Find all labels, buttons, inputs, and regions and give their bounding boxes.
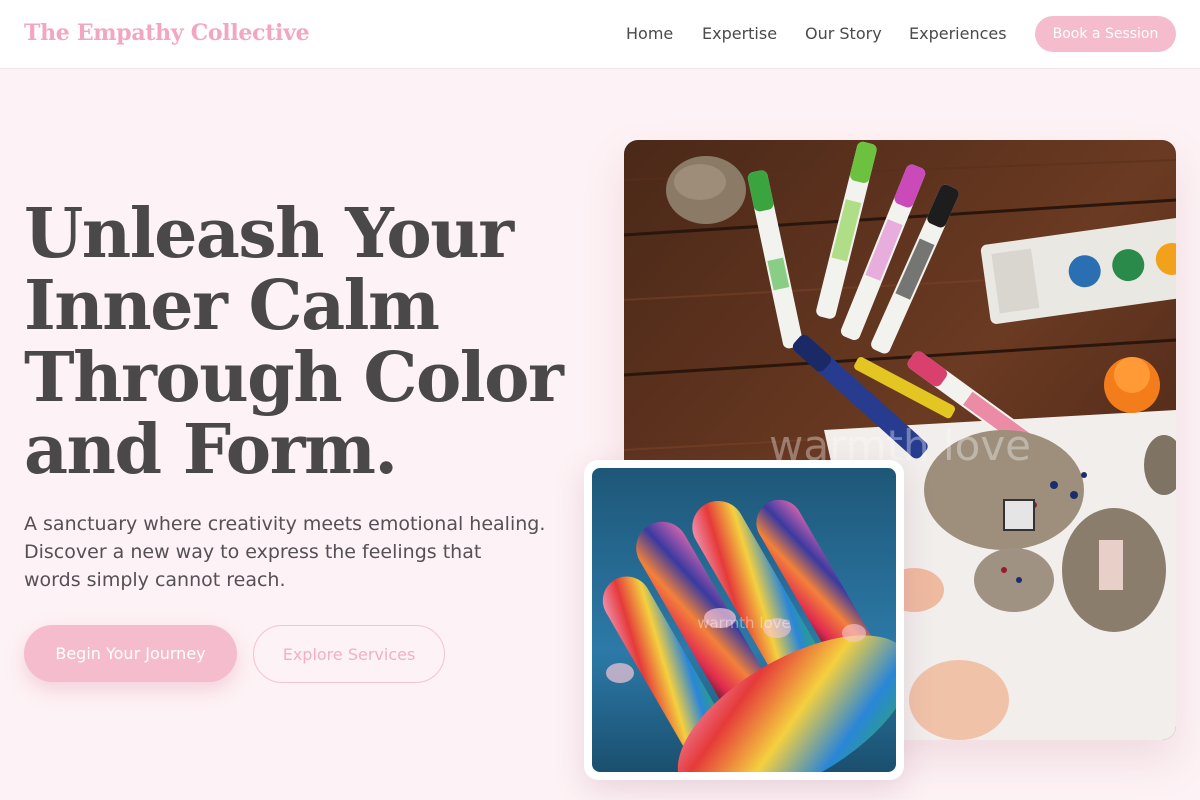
hero-subtitle-line: Discover a new way to express the feelin… (24, 541, 482, 563)
nav-our-story[interactable]: Our Story (805, 24, 882, 43)
hero-title-line: Unleash Your (24, 194, 514, 274)
painted-hand-photo: warmth love (592, 468, 896, 772)
site-header: The Empathy Collective Home Expertise Ou… (0, 0, 1200, 69)
hero-subtitle-line: words simply cannot reach. (24, 569, 286, 591)
hero-subtitle: A sanctuary where creativity meets emoti… (24, 510, 564, 594)
begin-journey-button[interactable]: Begin Your Journey (24, 625, 237, 682)
watermark: warmth love (697, 614, 791, 632)
hero-title: Unleash Your Inner Calm Through Color an… (24, 198, 584, 486)
hero-subtitle-line: A sanctuary where creativity meets emoti… (24, 513, 546, 535)
explore-services-button[interactable]: Explore Services (253, 625, 445, 683)
nav-expertise[interactable]: Expertise (702, 24, 777, 43)
painted-hand-photo-card: warmth love (584, 460, 904, 780)
brand-logo[interactable]: The Empathy Collective (24, 20, 310, 46)
nav-experiences[interactable]: Experiences (909, 24, 1007, 43)
hero-title-line: Inner Calm (24, 266, 440, 346)
hero-title-line: Through Color (24, 338, 564, 418)
book-session-button[interactable]: Book a Session (1035, 16, 1176, 52)
nav-home[interactable]: Home (626, 24, 673, 43)
hero-title-line: and Form. (24, 410, 398, 490)
